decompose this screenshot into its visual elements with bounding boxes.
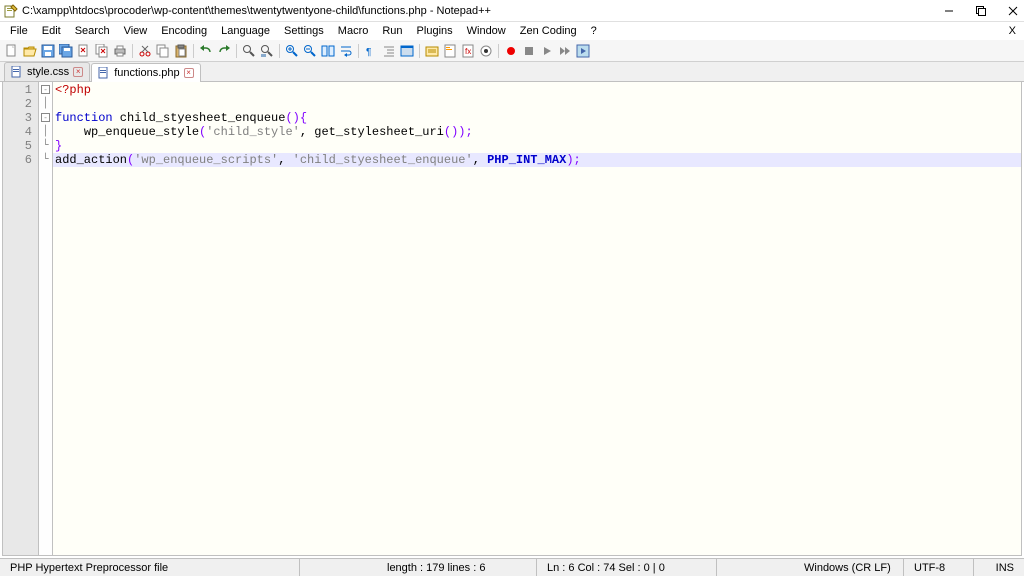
- status-length: length : 179 lines : 6: [377, 559, 537, 576]
- document-map-icon[interactable]: [442, 43, 458, 59]
- menu-run[interactable]: Run: [376, 24, 408, 38]
- show-all-chars-icon[interactable]: ¶: [363, 43, 379, 59]
- toolbar-separator: [419, 44, 420, 58]
- zoom-in-icon[interactable]: [284, 43, 300, 59]
- line-number: 3: [3, 111, 38, 125]
- replace-icon[interactable]: [259, 43, 275, 59]
- tab-close-icon[interactable]: ×: [184, 68, 194, 78]
- record-macro-icon[interactable]: [503, 43, 519, 59]
- menu-encoding[interactable]: Encoding: [155, 24, 213, 38]
- line-number: 1: [3, 83, 38, 97]
- menubar: File Edit Search View Encoding Language …: [0, 22, 1024, 40]
- close-button[interactable]: [1006, 4, 1020, 18]
- function-list-icon[interactable]: fx: [460, 43, 476, 59]
- line-number-gutter: 1 2 3 4 5 6: [3, 82, 39, 555]
- paste-icon[interactable]: [173, 43, 189, 59]
- window-title: C:\xampp\htdocs\procoder\wp-content\them…: [22, 5, 942, 17]
- menu-settings[interactable]: Settings: [278, 24, 330, 38]
- tabbar: style.css × functions.php ×: [0, 62, 1024, 82]
- sync-scroll-icon[interactable]: [320, 43, 336, 59]
- find-icon[interactable]: [241, 43, 257, 59]
- svg-text:¶: ¶: [366, 47, 371, 58]
- custom-dialog-icon[interactable]: [399, 43, 415, 59]
- menu-help[interactable]: ?: [585, 24, 603, 38]
- tab-label: functions.php: [114, 67, 179, 79]
- print-icon[interactable]: [112, 43, 128, 59]
- line-number: 5: [3, 139, 38, 153]
- tab-style-css[interactable]: style.css ×: [4, 62, 90, 81]
- menu-view[interactable]: View: [118, 24, 154, 38]
- zoom-out-icon[interactable]: [302, 43, 318, 59]
- svg-text:fx: fx: [465, 47, 471, 56]
- fold-gutter: - │ - │ └ └: [39, 82, 53, 555]
- toolbar: ¶ fx: [0, 40, 1024, 62]
- editor: 1 2 3 4 5 6 - │ - │ └ └ <?php function c…: [2, 82, 1022, 556]
- line-number: 2: [3, 97, 38, 111]
- titlebar: C:\xampp\htdocs\procoder\wp-content\them…: [0, 0, 1024, 22]
- open-file-icon[interactable]: [22, 43, 38, 59]
- fold-toggle[interactable]: -: [39, 83, 52, 97]
- menu-language[interactable]: Language: [215, 24, 276, 38]
- play-multi-icon[interactable]: [557, 43, 573, 59]
- close-all-icon[interactable]: [94, 43, 110, 59]
- indent-guides-icon[interactable]: [381, 43, 397, 59]
- wordwrap-icon[interactable]: [338, 43, 354, 59]
- file-icon: [98, 67, 110, 79]
- statusbar: PHP Hypertext Preprocessor file length :…: [0, 558, 1024, 576]
- line-number: 6: [3, 153, 38, 167]
- app-icon: [4, 4, 18, 18]
- menu-search[interactable]: Search: [69, 24, 116, 38]
- new-file-icon[interactable]: [4, 43, 20, 59]
- status-language: PHP Hypertext Preprocessor file: [0, 559, 300, 576]
- tab-close-icon[interactable]: ×: [73, 67, 83, 77]
- play-macro-icon[interactable]: [539, 43, 555, 59]
- menu-edit[interactable]: Edit: [36, 24, 67, 38]
- code-area[interactable]: <?php function child_styesheet_enqueue()…: [53, 82, 1021, 555]
- menu-plugins[interactable]: Plugins: [411, 24, 459, 38]
- monitoring-icon[interactable]: [478, 43, 494, 59]
- undo-icon[interactable]: [198, 43, 214, 59]
- status-insert-mode[interactable]: INS: [974, 559, 1024, 576]
- cut-icon[interactable]: [137, 43, 153, 59]
- toolbar-separator: [193, 44, 194, 58]
- file-icon: [11, 66, 23, 78]
- status-eol[interactable]: Windows (CR LF): [794, 559, 904, 576]
- save-macro-icon[interactable]: [575, 43, 591, 59]
- menu-zen[interactable]: Zen Coding: [514, 24, 583, 38]
- redo-icon[interactable]: [216, 43, 232, 59]
- toolbar-separator: [132, 44, 133, 58]
- line-number: 4: [3, 125, 38, 139]
- stop-macro-icon[interactable]: [521, 43, 537, 59]
- menu-macro[interactable]: Macro: [332, 24, 375, 38]
- status-encoding[interactable]: UTF-8: [904, 559, 974, 576]
- tab-label: style.css: [27, 66, 69, 78]
- toolbar-separator: [236, 44, 237, 58]
- menu-file[interactable]: File: [4, 24, 34, 38]
- minimize-button[interactable]: [942, 4, 956, 18]
- save-all-icon[interactable]: [58, 43, 74, 59]
- fold-toggle[interactable]: -: [39, 111, 52, 125]
- copy-icon[interactable]: [155, 43, 171, 59]
- toolbar-separator: [279, 44, 280, 58]
- toolbar-separator: [358, 44, 359, 58]
- tab-functions-php[interactable]: functions.php ×: [91, 63, 200, 82]
- close-file-icon[interactable]: [76, 43, 92, 59]
- save-icon[interactable]: [40, 43, 56, 59]
- status-position: Ln : 6 Col : 74 Sel : 0 | 0: [537, 559, 717, 576]
- toolbar-separator: [498, 44, 499, 58]
- window-controls: [942, 4, 1020, 18]
- maximize-button[interactable]: [974, 4, 988, 18]
- menubar-close-button[interactable]: X: [1005, 25, 1020, 37]
- menu-window[interactable]: Window: [461, 24, 512, 38]
- folder-as-workspace-icon[interactable]: [424, 43, 440, 59]
